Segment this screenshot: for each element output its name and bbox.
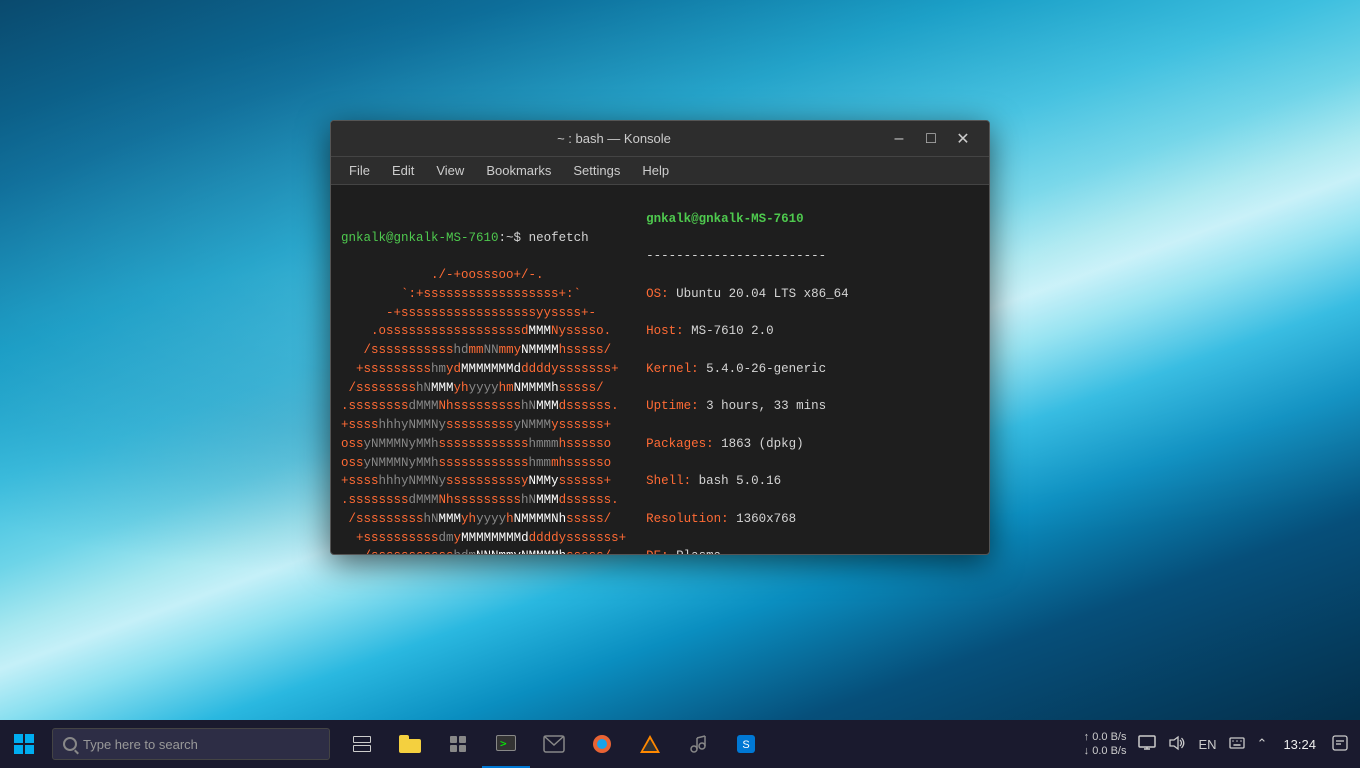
nf-uptime: Uptime: 3 hours, 33 mins [646, 397, 979, 416]
folder-icon [399, 735, 421, 753]
notification-icon [1332, 735, 1348, 751]
search-icon [63, 737, 77, 751]
volume-button[interactable] [1164, 735, 1190, 754]
svg-text:S: S [742, 739, 749, 751]
prompt-line: gnkalk@gnkalk-MS-7610:~$ neofetch [341, 229, 626, 248]
prompt-command: neofetch [529, 231, 589, 245]
email-icon [543, 735, 565, 753]
maximize-button[interactable]: □ [917, 129, 945, 149]
network-up: 0.0 B/s [1092, 731, 1126, 743]
konsole-menubar: File Edit View Bookmarks Settings Help [331, 157, 989, 185]
music-icon [688, 734, 708, 754]
firefox-button[interactable] [578, 720, 626, 768]
prompt-user: gnkalk@gnkalk-MS-7610 [341, 231, 499, 245]
taskbar: Type here to search [0, 720, 1360, 768]
vlc-button[interactable] [626, 720, 674, 768]
network-up-label: ↑ 0.0 B/s [1084, 730, 1127, 744]
task-view-icon [353, 736, 371, 752]
nf-shell: Shell: bash 5.0.16 [646, 472, 979, 491]
network-down: 0.0 B/s [1092, 745, 1126, 757]
neofetch-info: gnkalk@gnkalk-MS-7610 ------------------… [646, 191, 979, 548]
terminal-icon [496, 735, 516, 751]
terminal-taskbar-button[interactable] [482, 720, 530, 768]
appstore-icon: S [735, 733, 757, 755]
appstore-button[interactable]: S [722, 720, 770, 768]
menu-help[interactable]: Help [632, 160, 679, 181]
keyboard-button[interactable] [1225, 737, 1249, 752]
network-stats: ↑ 0.0 B/s ↓ 0.0 B/s [1080, 730, 1131, 759]
minimize-button[interactable]: – [885, 129, 913, 149]
menu-file[interactable]: File [339, 160, 380, 181]
menu-edit[interactable]: Edit [382, 160, 424, 181]
konsole-window: ~ : bash — Konsole – □ ✕ File Edit View … [330, 120, 990, 555]
window-title: ~ : bash — Konsole [343, 131, 885, 146]
menu-settings[interactable]: Settings [563, 160, 630, 181]
taskbar-icons: S [338, 720, 770, 768]
konsole-titlebar: ~ : bash — Konsole – □ ✕ [331, 121, 989, 157]
vlc-icon [639, 733, 661, 755]
clock[interactable]: 13:24 [1275, 737, 1324, 752]
nf-user-host: gnkalk@gnkalk-MS-7610 [646, 210, 979, 229]
network-down-label: ↓ 0.0 B/s [1084, 744, 1127, 758]
monitor-button[interactable] [1134, 735, 1160, 754]
nf-os: OS: Ubuntu 20.04 LTS x86_64 [646, 285, 979, 304]
file-explorer-button[interactable] [386, 720, 434, 768]
apps-icon [448, 734, 468, 754]
email-button[interactable] [530, 720, 578, 768]
monitor-icon [1138, 735, 1156, 751]
window-controls: – □ ✕ [885, 129, 977, 149]
neofetch-art: gnkalk@gnkalk-MS-7610:~$ neofetch ./-+oo… [341, 191, 626, 548]
keyboard-icon [1229, 737, 1245, 749]
taskbar-search[interactable]: Type here to search [52, 728, 330, 760]
nf-separator: ------------------------ [646, 247, 979, 266]
nf-de: DE: Plasma [646, 547, 979, 554]
start-button[interactable] [0, 720, 48, 768]
close-button[interactable]: ✕ [949, 129, 977, 149]
task-view-button[interactable] [338, 720, 386, 768]
taskbar-manager-button[interactable] [434, 720, 482, 768]
firefox-icon [591, 733, 613, 755]
search-placeholder: Type here to search [83, 737, 198, 752]
volume-icon [1168, 735, 1186, 751]
windows-logo [14, 734, 34, 754]
prompt-symbol: :~$ [499, 231, 522, 245]
nf-host: Host: MS-7610 2.0 [646, 322, 979, 341]
notification-button[interactable] [1328, 735, 1352, 754]
menu-view[interactable]: View [426, 160, 474, 181]
music-button[interactable] [674, 720, 722, 768]
taskbar-right: ↑ 0.0 B/s ↓ 0.0 B/s EN [1080, 730, 1360, 759]
nf-kernel: Kernel: 5.4.0-26-generic [646, 360, 979, 379]
nf-packages: Packages: 1863 (dpkg) [646, 435, 979, 454]
terminal-content[interactable]: gnkalk@gnkalk-MS-7610:~$ neofetch ./-+oo… [331, 185, 989, 554]
network-button[interactable]: EN [1194, 737, 1220, 752]
menu-bookmarks[interactable]: Bookmarks [476, 160, 561, 181]
show-hidden-button[interactable]: ⌃ [1253, 736, 1272, 752]
nf-resolution: Resolution: 1360x768 [646, 510, 979, 529]
